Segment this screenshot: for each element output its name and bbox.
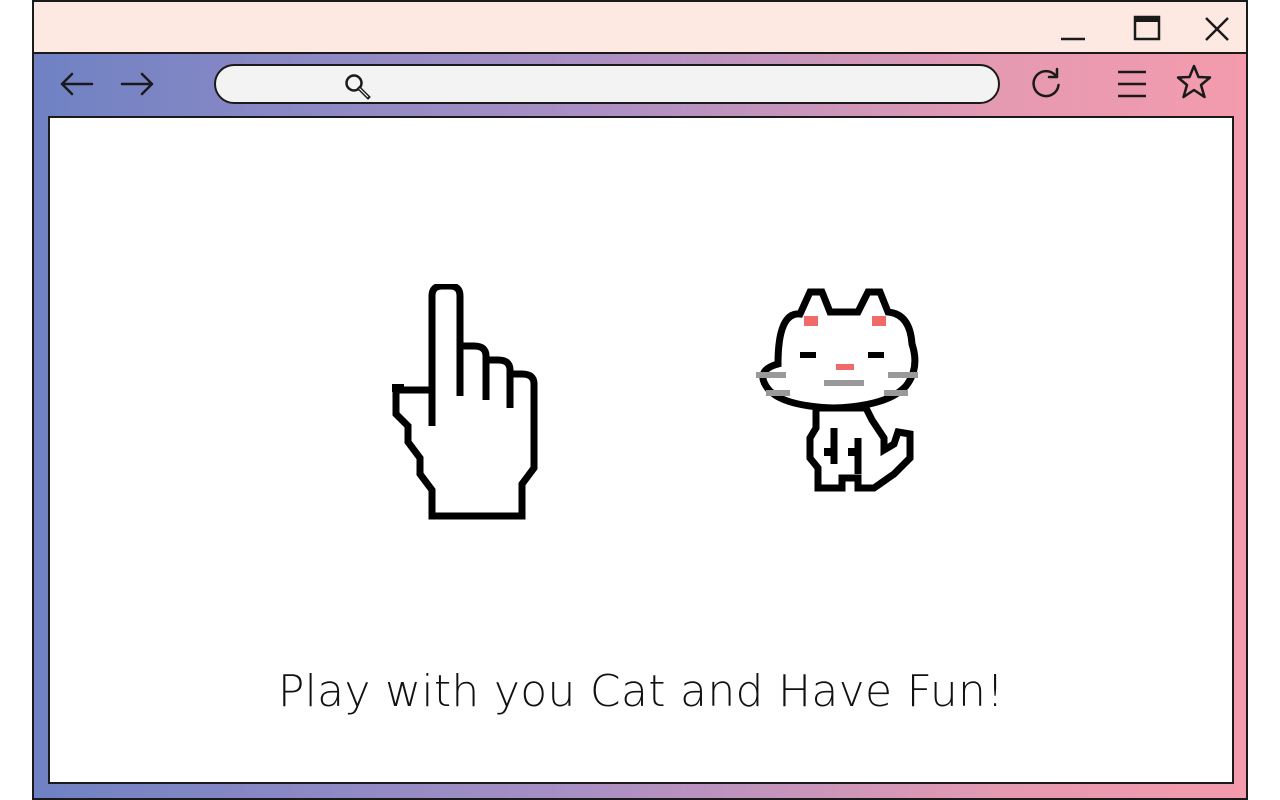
star-icon	[1176, 64, 1212, 99]
search-icon	[342, 71, 372, 101]
maximize-icon	[1133, 15, 1161, 41]
arrow-right-icon	[120, 72, 154, 96]
reload-button[interactable]	[1026, 64, 1066, 104]
browser-toolbar	[34, 54, 1246, 116]
arrow-left-icon	[60, 72, 94, 96]
reload-icon	[1032, 67, 1060, 98]
pixel-cat	[738, 288, 932, 514]
browser-window: Play with you Cat and Have Fun!	[32, 0, 1248, 800]
minimize-button[interactable]	[1056, 12, 1090, 46]
back-button[interactable]	[56, 64, 96, 104]
hamburger-menu-icon	[1118, 70, 1146, 98]
address-bar[interactable]	[214, 64, 1000, 104]
page-tagline: Play with you Cat and Have Fun!	[277, 666, 1005, 717]
page-content: Play with you Cat and Have Fun!	[48, 116, 1234, 784]
close-button[interactable]	[1200, 12, 1234, 46]
close-icon	[1205, 17, 1229, 41]
maximize-button[interactable]	[1130, 12, 1164, 46]
forward-button[interactable]	[118, 64, 158, 104]
address-input[interactable]	[376, 70, 978, 100]
bookmark-button[interactable]	[1174, 62, 1214, 102]
title-bar	[34, 2, 1246, 54]
minimize-icon	[1061, 37, 1085, 41]
menu-button[interactable]	[1112, 64, 1152, 104]
pixel-pointer-hand	[368, 284, 552, 524]
